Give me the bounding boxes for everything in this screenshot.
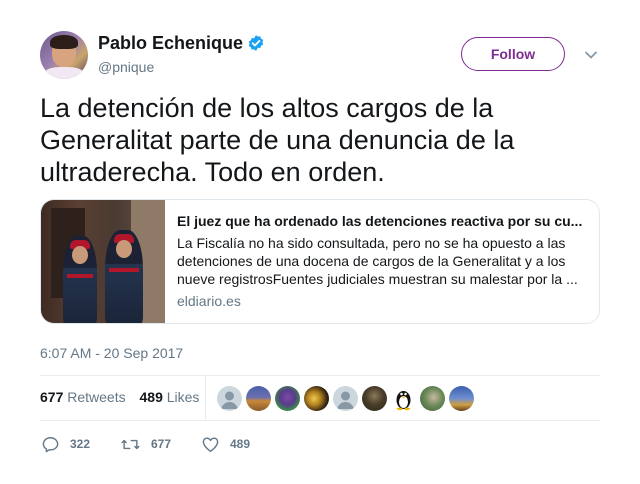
thumbnail-officer-head	[116, 240, 132, 258]
thumbnail-officer	[105, 230, 143, 323]
thumbnail-officer-vest	[67, 274, 93, 278]
liker-avatar[interactable]	[275, 386, 300, 411]
reply-count: 322	[70, 437, 91, 451]
thumbnail-officer-head	[72, 246, 88, 264]
liker-avatar[interactable]	[420, 386, 445, 411]
link-card[interactable]: El juez que ha ordenado las detenciones …	[40, 199, 600, 324]
penguin-icon	[396, 391, 411, 411]
avatar-shirt	[44, 67, 84, 79]
liker-avatar[interactable]	[304, 386, 329, 411]
card-description: La Fiscalía no ha sido consultada, pero …	[177, 235, 578, 287]
tweet-stats: 677 Retweets 489 Likes	[40, 389, 205, 405]
retweet-icon	[121, 439, 140, 449]
like-count: 489	[230, 437, 251, 451]
avatar-hair	[50, 35, 78, 49]
likes-count: 489	[139, 389, 163, 405]
retweets-stat[interactable]: 677 Retweets	[40, 389, 126, 405]
likes-label: Likes	[166, 389, 200, 405]
heart-icon	[202, 436, 219, 452]
author-handle[interactable]: @pnique	[98, 59, 154, 75]
verified-badge-icon	[248, 35, 264, 51]
tweet-text: La detención de los altos cargos de la G…	[40, 93, 515, 187]
liker-avatar[interactable]	[362, 386, 387, 411]
reply-action[interactable]: 322	[41, 434, 90, 454]
liker-avatar[interactable]	[391, 386, 416, 411]
retweet-action[interactable]: 677	[120, 434, 171, 454]
retweets-label: Retweets	[67, 389, 126, 405]
default-avatar-icon	[221, 391, 238, 409]
reply-icon	[42, 436, 59, 452]
liker-avatar[interactable]	[217, 386, 242, 411]
card-domain: eldiario.es	[177, 293, 241, 309]
thumbnail-officer-vest	[109, 268, 139, 272]
chevron-down-icon[interactable]	[584, 48, 598, 62]
retweet-count: 677	[151, 437, 172, 451]
liker-avatar[interactable]	[449, 386, 474, 411]
card-title: El juez que ha ordenado las detenciones …	[177, 213, 583, 229]
likes-stat[interactable]: 489 Likes	[140, 389, 200, 405]
default-avatar-icon	[337, 391, 354, 409]
author-display-name[interactable]: Pablo Echenique	[98, 33, 243, 54]
liker-avatar[interactable]	[246, 386, 271, 411]
card-thumbnail	[41, 200, 165, 323]
divider	[40, 375, 600, 376]
thumbnail-officer	[63, 236, 97, 323]
author-avatar[interactable]	[40, 31, 88, 79]
like-action[interactable]: 489	[201, 434, 250, 454]
divider	[40, 420, 600, 421]
retweets-count: 677	[40, 389, 64, 405]
stats-separator	[205, 376, 206, 420]
tweet-timestamp[interactable]: 6:07 AM - 20 Sep 2017	[40, 345, 183, 361]
liker-avatar[interactable]	[333, 386, 358, 411]
follow-button[interactable]: Follow	[461, 37, 565, 71]
